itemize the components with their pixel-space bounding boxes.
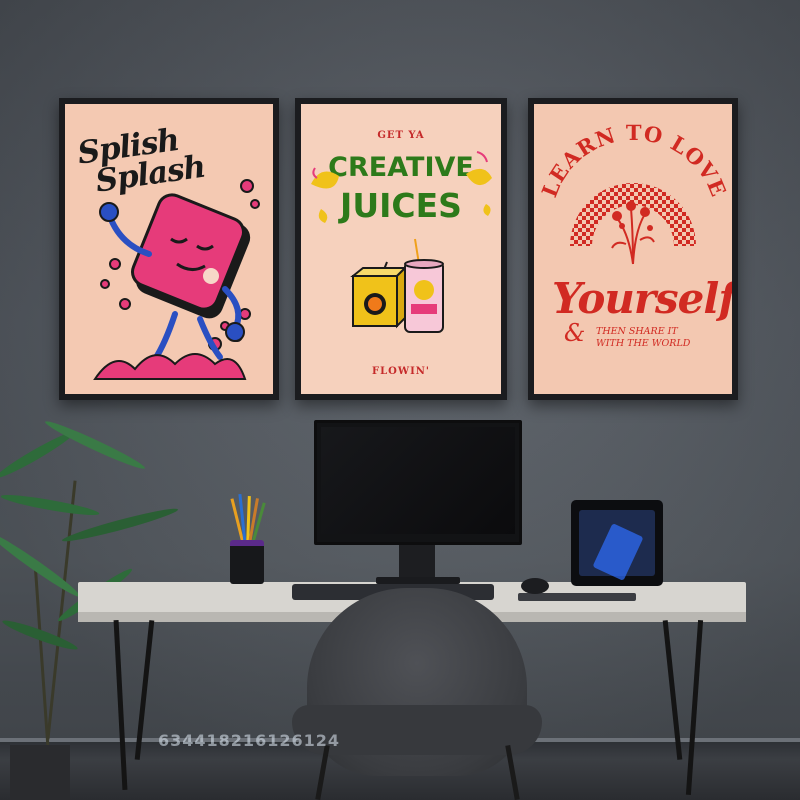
juice-box-illustration bbox=[350, 238, 444, 333]
poster-creative-juices: GET YA CREATIVE JUICES FLOWIN' bbox=[295, 98, 507, 400]
mousepad bbox=[518, 593, 636, 601]
monitor-screen bbox=[321, 427, 515, 534]
poster-learn-to-love: LEARN TO LOVE Yourself & THEN SHARE IT W… bbox=[528, 98, 738, 400]
poster-splish-splash: Splish Splash bbox=[59, 98, 279, 400]
poster-learn-to-love-canvas: LEARN TO LOVE Yourself & THEN SHARE IT W… bbox=[534, 104, 732, 394]
poster-creative-juices-canvas: GET YA CREATIVE JUICES FLOWIN' bbox=[301, 104, 501, 394]
poster-3-subtext-line-2: WITH THE WORLD bbox=[596, 338, 691, 349]
pc-rgb-glow bbox=[592, 523, 644, 581]
poster-3-main-text: Yourself bbox=[552, 274, 732, 323]
monitor-stand bbox=[399, 545, 435, 580]
watermark-text: 634418216126124 bbox=[158, 731, 340, 750]
monitor bbox=[314, 420, 522, 545]
mouse bbox=[521, 578, 549, 594]
pc-side-panel bbox=[579, 510, 655, 581]
plant-pot bbox=[10, 745, 70, 800]
pc-case bbox=[571, 500, 663, 586]
poster-3-ampersand: & bbox=[564, 319, 586, 347]
poster-2-bottom-text: FLOWIN' bbox=[372, 366, 430, 377]
cup bbox=[230, 540, 264, 584]
monitor-stand-base bbox=[376, 577, 460, 584]
poster-splish-splash-canvas: Splish Splash bbox=[65, 104, 273, 394]
soap-character-illustration bbox=[93, 179, 260, 380]
checkered-rainbow-illustration bbox=[570, 183, 696, 265]
poster-3-subtext-line-1: THEN SHARE IT bbox=[596, 326, 678, 337]
poster-3-subtext: THEN SHARE IT WITH THE WORLD bbox=[596, 326, 690, 350]
